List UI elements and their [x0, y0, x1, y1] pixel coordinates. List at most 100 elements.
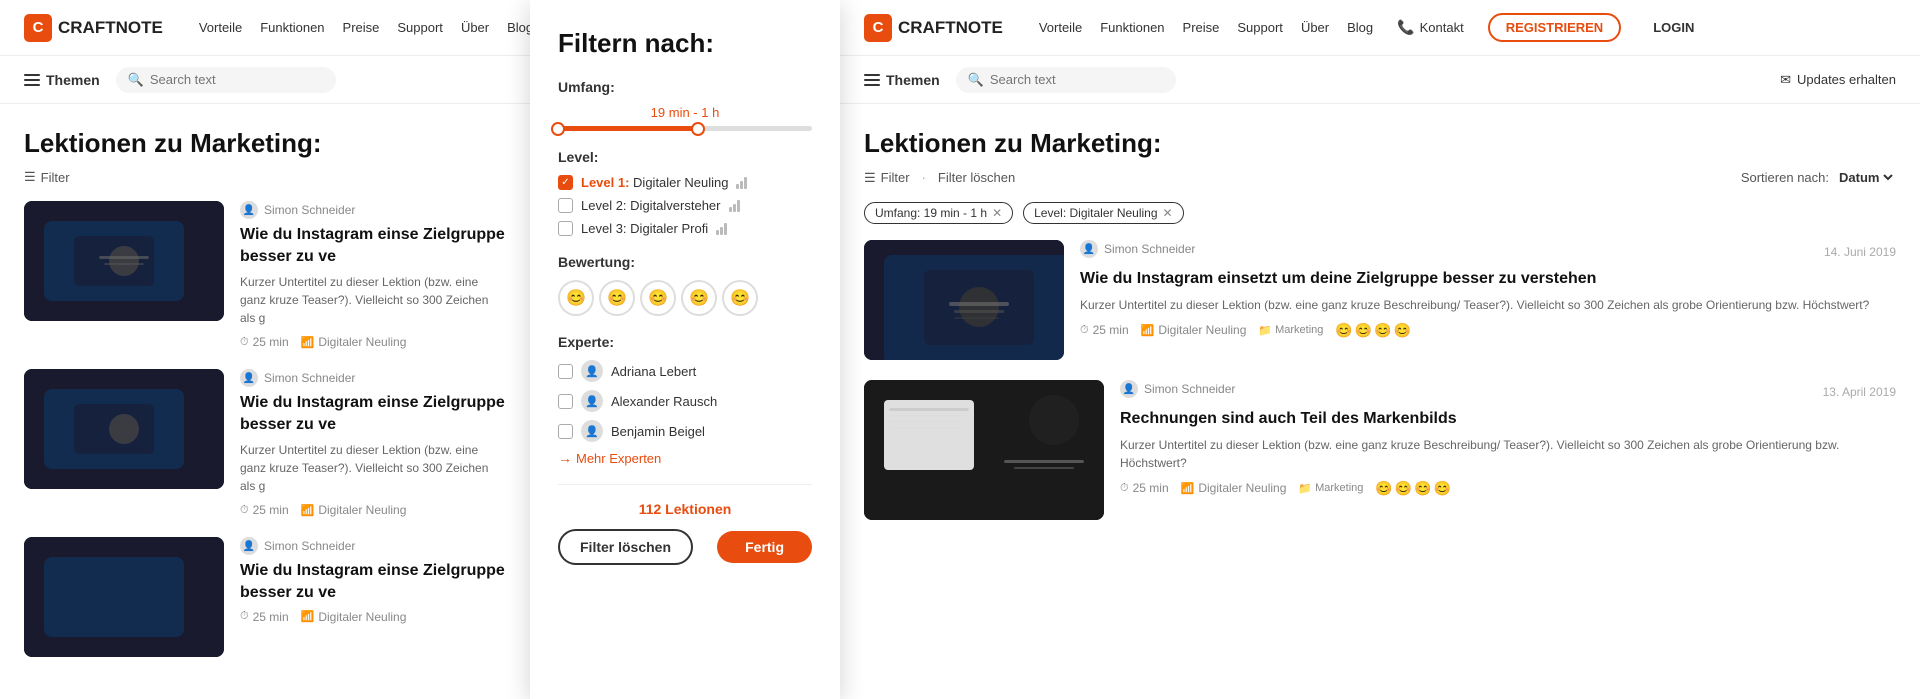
- active-filter-chip-2[interactable]: Level: Digitaler Neuling ✕: [1023, 202, 1183, 224]
- lesson-card-3-left: 👤 Simon Schneider Wie du Instagram einse…: [24, 537, 506, 657]
- author-avatar-2-right: 👤: [1120, 380, 1138, 398]
- filter-btn-left[interactable]: ☰ Filter: [24, 169, 70, 185]
- nav-blog-right[interactable]: Blog: [1347, 20, 1373, 35]
- filter-panel: Filtern nach: Umfang: 19 min - 1 h Level…: [530, 0, 840, 699]
- lesson-thumb-2-left[interactable]: [24, 369, 224, 489]
- filter-loeschen-label: Filter löschen: [938, 170, 1015, 185]
- lesson-meta-3-left: ⏱ 25 min 📶 Digitaler Neuling: [240, 610, 506, 624]
- rating-btn-1[interactable]: 😊: [558, 280, 594, 316]
- more-experts-btn[interactable]: → Mehr Experten: [558, 450, 812, 466]
- register-btn[interactable]: REGISTRIEREN: [1488, 13, 1622, 42]
- filter-footer-btns: Filter löschen Fertig: [558, 529, 812, 565]
- filter-done-btn[interactable]: Fertig: [717, 531, 812, 563]
- filter-icon-left: ☰: [24, 169, 36, 185]
- duration-1-left: ⏱ 25 min: [240, 335, 289, 349]
- more-experts-label: Mehr Experten: [576, 451, 661, 466]
- author-name-1-right: Simon Schneider: [1104, 242, 1195, 256]
- lesson-thumb-2-right[interactable]: [864, 380, 1104, 520]
- expert-avatar-1: 👤: [581, 360, 603, 382]
- nav-vorteile-right[interactable]: Vorteile: [1039, 20, 1082, 35]
- search-box-right[interactable]: 🔍: [956, 67, 1176, 93]
- chip-close-icon-1[interactable]: ✕: [992, 206, 1002, 220]
- lesson-info-1-left: 👤 Simon Schneider Wie du Instagram einse…: [240, 201, 506, 349]
- range-handle-left[interactable]: [551, 122, 565, 136]
- range-handle-right[interactable]: [691, 122, 705, 136]
- expert-avatar-3: 👤: [581, 420, 603, 442]
- lesson-author-1-left: 👤 Simon Schneider: [240, 201, 506, 219]
- lesson-info-1-right: 👤 Simon Schneider 14. Juni 2019 Wie du I…: [1080, 240, 1896, 339]
- range-track[interactable]: [558, 126, 812, 131]
- filter-level-1[interactable]: ✓ Level 1: Digitaler Neuling: [558, 175, 812, 190]
- lesson-title-1-right[interactable]: Wie du Instagram einsetzt um deine Zielg…: [1080, 268, 1896, 290]
- nav-preise-right[interactable]: Preise: [1183, 20, 1220, 35]
- search-input-right[interactable]: [990, 72, 1164, 87]
- filter-level-3[interactable]: Level 3: Digitaler Profi: [558, 221, 812, 236]
- lesson-title-3-left[interactable]: Wie du Instagram einse Zielgruppe besser…: [240, 560, 506, 603]
- lesson-thumb-1-right[interactable]: [864, 240, 1064, 360]
- sort-select[interactable]: Datum: [1835, 169, 1896, 186]
- lesson-meta-2-left: ⏱ 25 min 📶 Digitaler Neuling: [240, 503, 506, 517]
- nav-blog-left[interactable]: Blog: [507, 20, 530, 35]
- nav-vorteile-left[interactable]: Vorteile: [199, 20, 242, 35]
- panel-left: C CRAFTNOTE Vorteile Funktionen Preise S…: [0, 0, 530, 699]
- checkbox-expert-2[interactable]: [558, 394, 573, 409]
- rating-btn-4[interactable]: 😊: [681, 280, 717, 316]
- nav-funktionen-right[interactable]: Funktionen: [1100, 20, 1164, 35]
- active-filter-chip-1[interactable]: Umfang: 19 min - 1 h ✕: [864, 202, 1013, 224]
- nav-ueber-right[interactable]: Über: [1301, 20, 1329, 35]
- filter-btn-right[interactable]: ☰ Filter: [864, 170, 910, 186]
- lesson-thumb-3-left[interactable]: [24, 537, 224, 657]
- search-input-left[interactable]: [150, 72, 324, 87]
- filter-level-2[interactable]: Level 2: Digitalversteher: [558, 198, 812, 213]
- nav-funktionen-left[interactable]: Funktionen: [260, 20, 324, 35]
- phone-icon-right: 📞: [1397, 19, 1414, 36]
- nav-preise-left[interactable]: Preise: [343, 20, 380, 35]
- filter-clear-btn[interactable]: Filter löschen: [558, 529, 693, 565]
- nav-support-left[interactable]: Support: [397, 20, 443, 35]
- filter-loeschen-btn[interactable]: Filter löschen: [938, 170, 1015, 185]
- expert-name-3: Benjamin Beigel: [611, 424, 705, 439]
- checkbox-level-2[interactable]: [558, 198, 573, 213]
- expert-option-3[interactable]: 👤 Benjamin Beigel: [558, 420, 812, 442]
- lesson-date-1-right: 14. Juni 2019: [1824, 245, 1896, 259]
- lesson-info-3-left: 👤 Simon Schneider Wie du Instagram einse…: [240, 537, 506, 623]
- sort-row: Sortieren nach: Datum: [1741, 169, 1896, 186]
- page-body-left: Lektionen zu Marketing: ☰ Filter: [0, 104, 530, 657]
- lesson-title-2-left[interactable]: Wie du Instagram einse Zielgruppe besser…: [240, 392, 506, 435]
- themen-btn-right[interactable]: Themen: [864, 72, 940, 88]
- chip-close-icon-2[interactable]: ✕: [1163, 206, 1173, 220]
- rating-btn-3[interactable]: 😊: [640, 280, 676, 316]
- expert-option-2[interactable]: 👤 Alexander Rausch: [558, 390, 812, 412]
- login-btn[interactable]: LOGIN: [1653, 20, 1694, 35]
- themen-btn-left[interactable]: Themen: [24, 72, 100, 88]
- hamburger-icon-left: [24, 74, 40, 86]
- themen-label-left: Themen: [46, 72, 100, 88]
- nav-phone-right[interactable]: 📞 Kontakt: [1397, 19, 1464, 36]
- lesson-title-1-left[interactable]: Wie du Instagram einse Zielgruppe besser…: [240, 224, 506, 267]
- expert-option-1[interactable]: 👤 Adriana Lebert: [558, 360, 812, 382]
- nav-support-right[interactable]: Support: [1237, 20, 1283, 35]
- rating-btn-2[interactable]: 😊: [599, 280, 635, 316]
- range-value: 19 min - 1 h: [558, 105, 812, 120]
- checkbox-level-1[interactable]: ✓: [558, 175, 573, 190]
- lesson-date-2-right: 13. April 2019: [1823, 385, 1896, 399]
- logo-left[interactable]: C CRAFTNOTE: [24, 14, 163, 42]
- search-box-left[interactable]: 🔍: [116, 67, 336, 93]
- level-icon-2-right: 📶: [1181, 482, 1195, 495]
- lesson-card-1-right: 👤 Simon Schneider 14. Juni 2019 Wie du I…: [864, 240, 1896, 360]
- logo-right[interactable]: C CRAFTNOTE: [864, 14, 1003, 42]
- checkbox-expert-1[interactable]: [558, 364, 573, 379]
- rating-btn-5[interactable]: 😊: [722, 280, 758, 316]
- checkbox-expert-3[interactable]: [558, 424, 573, 439]
- filter-umfang-section: Umfang: 19 min - 1 h: [558, 79, 812, 131]
- lesson-meta-2-right: ⏱ 25 min 📶 Digitaler Neuling 📁 Marketing…: [1120, 480, 1896, 497]
- clock-icon-1-right: ⏱: [1080, 324, 1089, 337]
- level-bar-icon-2: [729, 200, 740, 212]
- nav-ueber-left[interactable]: Über: [461, 20, 489, 35]
- toolbar-left: Themen 🔍: [0, 56, 530, 104]
- updates-btn[interactable]: ✉ Updates erhalten: [1780, 72, 1896, 88]
- lesson-thumb-1-left[interactable]: [24, 201, 224, 321]
- checkbox-level-3[interactable]: [558, 221, 573, 236]
- active-filter-label-2: Level: Digitaler Neuling: [1034, 206, 1157, 220]
- lesson-title-2-right[interactable]: Rechnungen sind auch Teil des Markenbild…: [1120, 408, 1896, 430]
